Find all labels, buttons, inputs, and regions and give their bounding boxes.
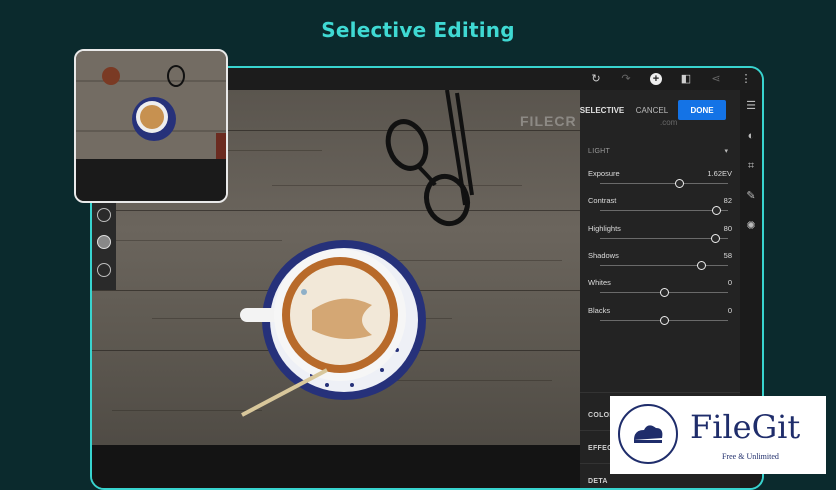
undo-icon[interactable]: ↷ (620, 73, 632, 85)
slider-knob[interactable] (696, 261, 706, 270)
more-icon[interactable]: ⋮ (740, 73, 752, 85)
watermark-sub: .com (660, 118, 678, 127)
slider-knob[interactable] (711, 206, 721, 215)
slider-track[interactable] (600, 265, 728, 266)
slider-knob[interactable] (674, 179, 684, 188)
before-photo (76, 51, 226, 201)
slider-value: 0 (727, 278, 732, 287)
logo-tagline: Free & Unlimited (722, 452, 779, 461)
slider-knob[interactable] (659, 288, 669, 297)
chevron-down-icon[interactable]: ▾ (724, 147, 728, 155)
slider-label: Whites (588, 278, 611, 287)
before-preview-inset (74, 49, 228, 203)
redo-icon[interactable]: ↻ (590, 73, 602, 85)
light-section-header[interactable]: LIGHT (588, 148, 610, 155)
compare-icon[interactable]: ◧ (680, 73, 692, 85)
slider-label: Blacks (588, 306, 611, 315)
slider-value: 1.62EV (707, 169, 732, 178)
done-button[interactable]: DONE (678, 100, 726, 120)
slider-label: Highlights (588, 224, 621, 233)
slider-knob[interactable] (710, 234, 720, 243)
color-circles-icon[interactable]: ◐ (745, 130, 757, 142)
slider-track[interactable] (600, 183, 728, 184)
slider-track[interactable] (600, 238, 728, 239)
selective-icon[interactable]: ✺ (745, 220, 757, 232)
slider-label: Exposure (588, 169, 620, 178)
cancel-button[interactable]: CANCEL (632, 100, 672, 120)
healing-icon[interactable]: ✎ (745, 190, 757, 202)
glasses-image (385, 90, 474, 227)
slider-value: 80 (723, 224, 732, 233)
coffee-cup-image (240, 240, 426, 417)
slider-label: Contrast (588, 196, 617, 205)
brush-flow-icon[interactable] (97, 263, 111, 278)
filegit-logo: FileGit Free & Unlimited (610, 396, 826, 474)
crop-icon[interactable]: ⌗ (745, 160, 757, 172)
dark-area (92, 445, 580, 488)
share-icon[interactable]: ⋖ (710, 73, 722, 85)
add-icon[interactable]: + (650, 73, 662, 85)
brush-size-icon[interactable] (97, 207, 111, 222)
slider-label: Shadows (588, 251, 619, 260)
selective-tab[interactable]: SELECTIVE (580, 100, 624, 120)
watermark: FILECR (520, 113, 577, 129)
slider-track[interactable] (600, 210, 728, 211)
slider-value: 0 (727, 306, 732, 315)
page-title: Selective Editing (321, 18, 515, 42)
brush-feather-icon[interactable] (97, 235, 111, 250)
logo-name: FileGit (690, 408, 801, 446)
brush-tools-strip (92, 195, 116, 290)
slider-value: 58 (723, 251, 732, 260)
sliders-icon[interactable]: ☰ (745, 100, 757, 112)
cloud-logo-icon (618, 404, 678, 464)
slider-value: 82 (723, 196, 732, 205)
slider-knob[interactable] (659, 316, 669, 325)
